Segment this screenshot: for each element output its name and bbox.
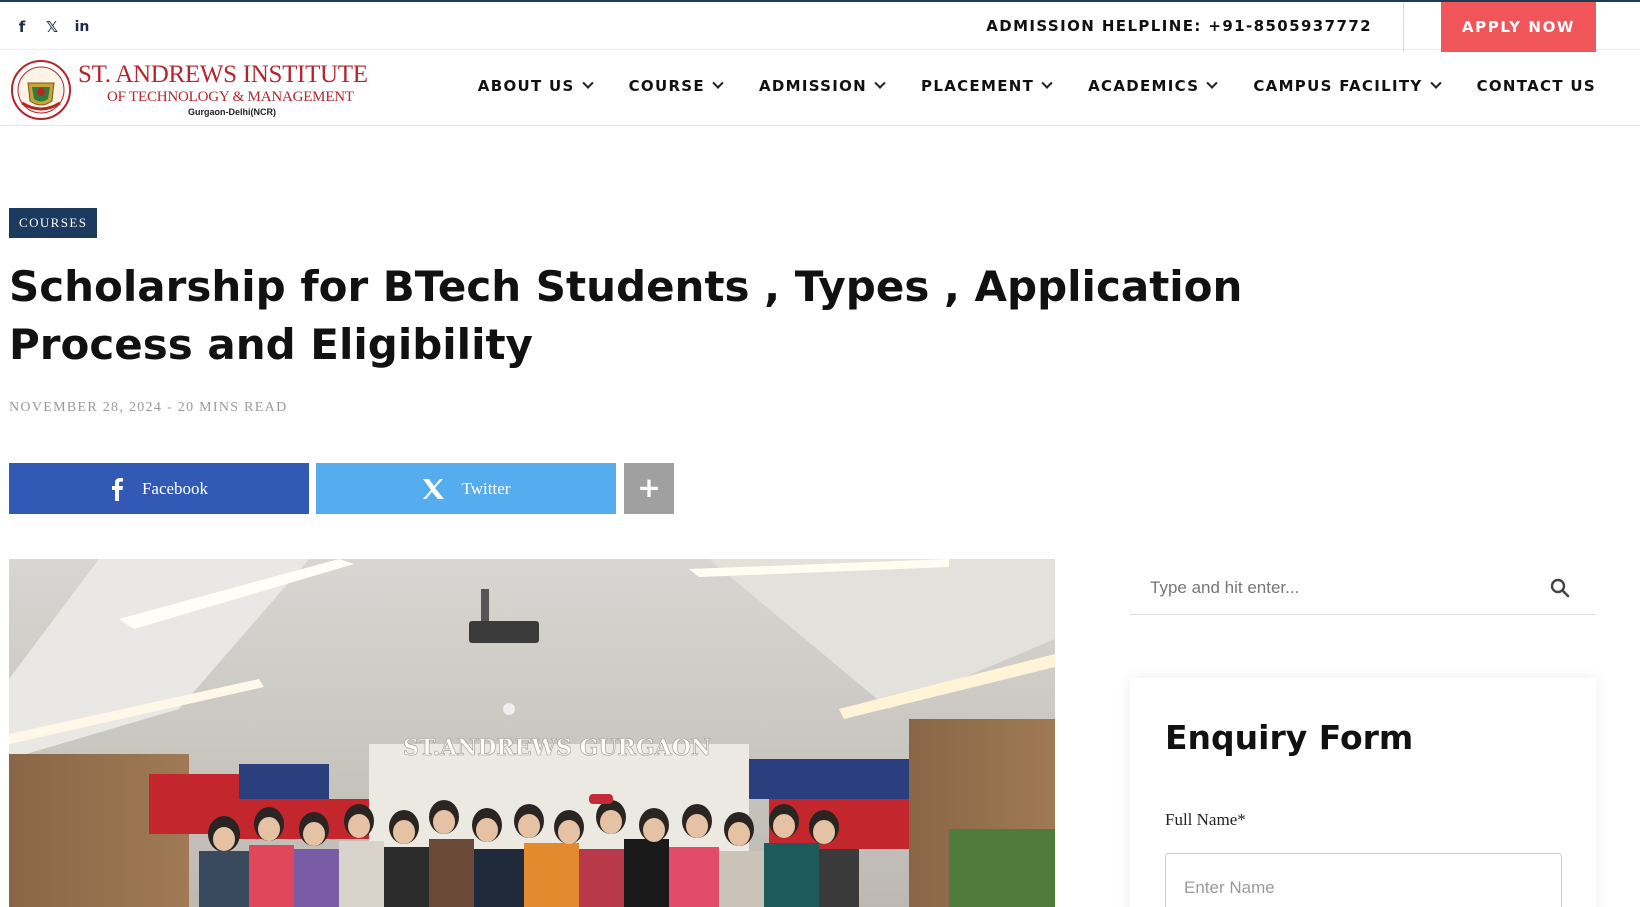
chevron-down-icon xyxy=(874,77,886,89)
nav-about-us[interactable]: ABOUT US xyxy=(477,77,594,95)
share-more-button[interactable]: + xyxy=(624,463,674,514)
nav-label: ABOUT US xyxy=(477,77,575,95)
logo-title: ST. ANDREWS INSTITUTE xyxy=(78,61,368,88)
admission-helpline[interactable]: ADMISSION HELPLINE: +91-8505937772 xyxy=(986,17,1372,35)
share-twitter-button[interactable]: Twitter xyxy=(316,463,616,514)
nav-campus-facility[interactable]: CAMPUS FACILITY xyxy=(1253,77,1442,95)
logo-location: Gurgaon-Delhi(NCR) xyxy=(188,107,276,117)
nav-admission[interactable]: ADMISSION xyxy=(758,77,886,95)
share-facebook-button[interactable]: Facebook xyxy=(9,463,309,514)
divider xyxy=(1403,2,1404,52)
full-name-field[interactable] xyxy=(1165,853,1562,907)
full-name-label: Full Name* xyxy=(1165,810,1246,829)
twitter-label: Twitter xyxy=(461,478,511,498)
search-icon[interactable] xyxy=(1550,578,1570,598)
x-icon xyxy=(422,478,444,499)
nav-course[interactable]: COURSE xyxy=(628,77,724,95)
category-badge[interactable]: COURSES xyxy=(9,208,98,238)
enquiry-form: Enquiry Form Full Name* xyxy=(1130,678,1596,907)
facebook-label: Facebook xyxy=(141,478,209,498)
facebook-icon xyxy=(111,477,123,501)
meta-separator: - xyxy=(166,400,173,415)
read-time: 20 MINS READ xyxy=(177,400,288,415)
nav-label: CAMPUS FACILITY xyxy=(1253,77,1423,95)
chevron-down-icon xyxy=(1041,77,1053,89)
nav-label: ADMISSION xyxy=(758,77,868,95)
logo-subtitle: OF TECHNOLOGY & MANAGEMENT xyxy=(107,89,354,105)
main-nav: ABOUT US COURSE ADMISSION PLACEMENT ACAD… xyxy=(441,77,1596,95)
facebook-icon[interactable]: f xyxy=(14,18,30,36)
chevron-down-icon xyxy=(1206,77,1219,89)
chevron-down-icon xyxy=(581,77,594,89)
chevron-down-icon xyxy=(1429,77,1442,89)
nav-label: PLACEMENT xyxy=(921,77,1035,95)
photo-sign-text: ST.ANDREWS GURGAON xyxy=(403,735,711,761)
nav-academics[interactable]: ACADEMICS xyxy=(1088,77,1219,95)
article-meta: NOVEMBER 28, 2024 - 20 MINS READ xyxy=(9,400,287,416)
search-input[interactable] xyxy=(1130,563,1550,613)
publish-date: NOVEMBER 28, 2024 xyxy=(9,400,163,415)
nav-contact-us[interactable]: CONTACT US xyxy=(1477,77,1596,95)
site-logo[interactable]: ST. ANDREWS INSTITUTE OF TECHNOLOGY & MA… xyxy=(8,59,378,121)
chevron-down-icon xyxy=(712,77,724,89)
featured-image: ST.ANDREWS GURGAON xyxy=(9,559,1055,907)
main-header: ST. ANDREWS INSTITUTE OF TECHNOLOGY & MA… xyxy=(0,50,1640,126)
top-bar: f 𝕏 in ADMISSION HELPLINE: +91-850593777… xyxy=(0,0,1640,52)
linkedin-icon[interactable]: in xyxy=(74,18,90,36)
social-links: f 𝕏 in xyxy=(14,18,90,36)
nav-label: ACADEMICS xyxy=(1088,77,1200,95)
nav-placement[interactable]: PLACEMENT xyxy=(921,77,1053,95)
group-photo: ST.ANDREWS GURGAON xyxy=(9,559,1055,907)
x-icon[interactable]: 𝕏 xyxy=(44,18,60,36)
nav-label: COURSE xyxy=(628,77,705,95)
apply-now-button[interactable]: APPLY NOW xyxy=(1441,2,1596,52)
article-title: Scholarship for BTech Students , Types ,… xyxy=(9,262,1243,369)
nav-label: CONTACT US xyxy=(1476,77,1596,95)
sidebar-search xyxy=(1130,563,1596,615)
crest-icon xyxy=(11,60,71,120)
form-title: Enquiry Form xyxy=(1165,718,1414,757)
